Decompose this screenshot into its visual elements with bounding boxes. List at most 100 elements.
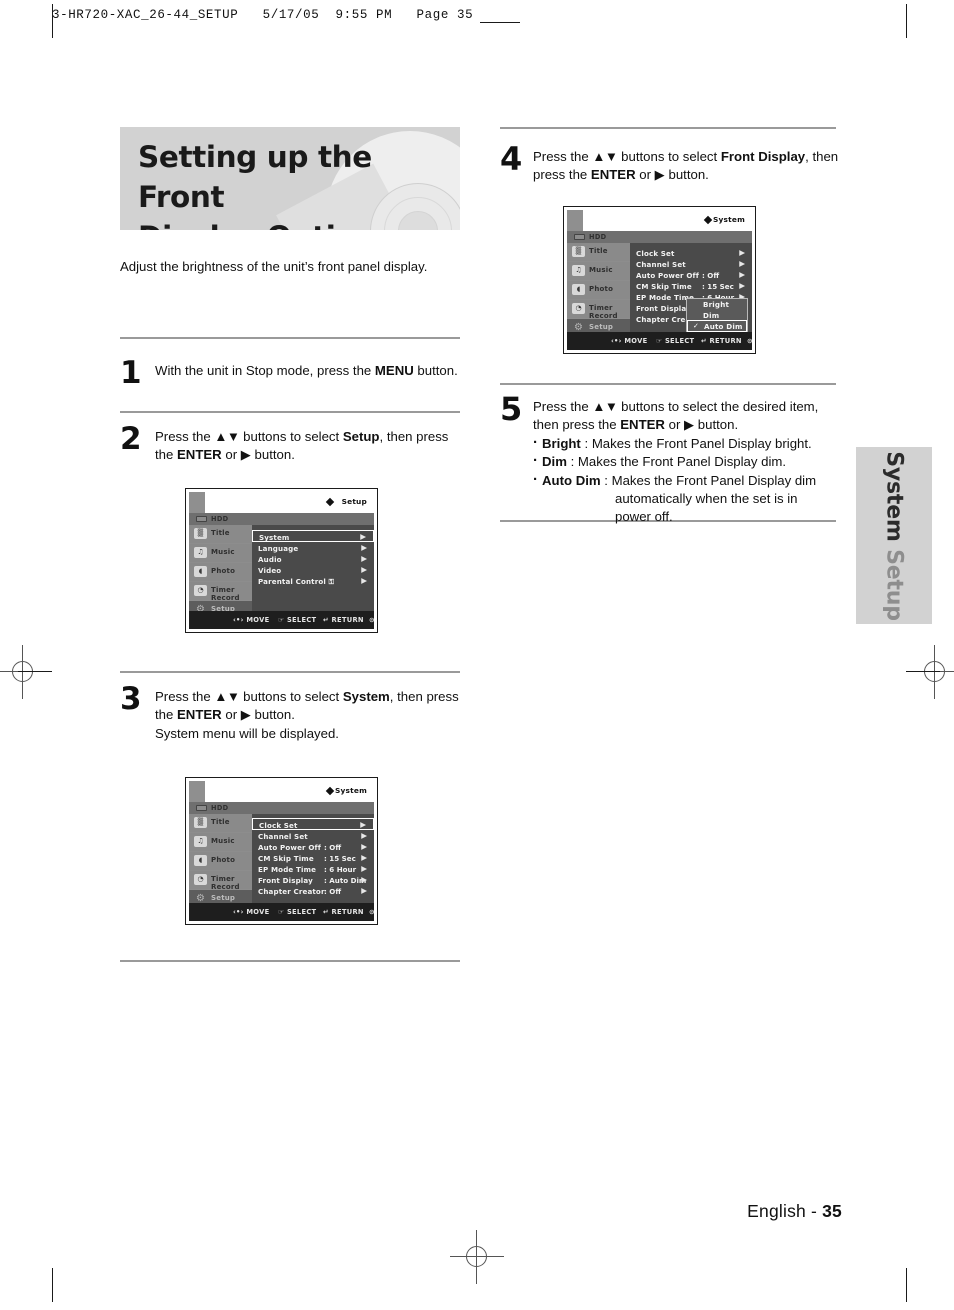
menu-row-value: : Off <box>702 270 720 280</box>
divider-left-3 <box>120 671 460 673</box>
sidebar-item-timer-record[interactable]: ◔ Timer Record <box>189 582 252 602</box>
osd-setup-hdd-bar: HDD <box>189 513 374 525</box>
sidebar-item-title[interactable]: ▒ Title <box>189 525 252 544</box>
osd-topbar-tab <box>189 781 205 802</box>
menu-row[interactable]: Chapter Creator : Off ▶ <box>252 885 374 896</box>
select-label: SELECT <box>286 616 317 624</box>
menu-row[interactable]: Auto Power Off : Off ▶ <box>630 269 752 280</box>
hdd-icon <box>196 516 207 522</box>
divider-left-4 <box>120 960 460 962</box>
chevron-right-icon: ▶ <box>361 564 367 574</box>
sidebar-item-timer-record[interactable]: ◔ Timer Record <box>567 300 630 320</box>
osd-system-screen: System HDD ▒ Title ♫ Music ◖ Photo ◔ Tim… <box>189 781 374 921</box>
menu-row[interactable]: Front Display : Auto Dim ▶ <box>252 874 374 885</box>
sidebar-item-music[interactable]: ♫ Music <box>189 833 252 852</box>
chevron-right-icon: ▶ <box>361 863 367 873</box>
select-label: SELECT <box>286 908 317 916</box>
menu-row[interactable]: CM Skip Time : 15 Sec ▶ <box>252 852 374 863</box>
osd-system-mode-label: System <box>335 786 367 795</box>
bullet-bright-text: : Makes the Front Panel Display bright. <box>580 435 812 451</box>
chevron-right-icon: ▶ <box>739 269 745 279</box>
select-label: SELECT <box>664 337 695 345</box>
menu-row[interactable]: Channel Set ▶ <box>252 830 374 841</box>
sidebar-item-music[interactable]: ♫ Music <box>567 262 630 281</box>
step-3-t4: or ▶ button. <box>221 707 295 723</box>
osd-fd-sidebar: ▒ Title ♫ Music ◖ Photo ◔ Timer Record ⚙… <box>567 243 630 337</box>
menu-row-name: Language <box>258 543 299 553</box>
osd-system-content: Clock Set ▶ Channel Set ▶ Auto Power Off… <box>252 814 374 903</box>
sidebar-item-photo[interactable]: ◖ Photo <box>189 563 252 582</box>
sidebar-item-timer-record-label: Timer Record <box>211 875 240 891</box>
exit-icon: ⊙ <box>369 908 374 916</box>
menu-row-name: Clock Set <box>259 820 298 830</box>
section-tab-bold: System <box>881 450 907 542</box>
menu-row-value: : 15 Sec <box>324 853 356 863</box>
step-3-number: 3 <box>120 681 142 717</box>
menu-row[interactable]: Video ▶ <box>252 564 374 575</box>
menu-row[interactable]: Audio ▶ <box>252 553 374 564</box>
bullet-auto-dim-text: : Makes the Front Panel Display dim <box>600 472 817 488</box>
exit-hint: ⊙ EXIT <box>369 616 374 624</box>
step-4-b2: ENTER <box>590 167 636 183</box>
trim-rule-left <box>18 671 52 672</box>
sidebar-item-title-label: Title <box>211 818 230 826</box>
sidebar-item-music-label: Music <box>211 548 235 556</box>
sidebar-item-setup-label: Setup <box>589 323 614 331</box>
select-icon: ☞ <box>656 337 663 345</box>
step-3-b1: System <box>342 689 390 704</box>
menu-row-name: Channel Set <box>258 831 308 841</box>
trim-rule-top <box>480 22 520 23</box>
step-1-t1: With the unit in Stop mode, press the <box>155 363 375 378</box>
osd-fd-hdd-label: HDD <box>589 233 607 241</box>
menu-row[interactable]: Language ▶ <box>252 542 374 553</box>
chevron-right-icon: ▶ <box>361 885 367 895</box>
sidebar-item-photo[interactable]: ◖ Photo <box>567 281 630 300</box>
osd-setup-content: System ▶ Language ▶ Audio ▶ Video ▶ Pare… <box>252 525 374 611</box>
sidebar-item-photo-label: Photo <box>211 567 236 575</box>
menu-row[interactable]: System ▶ <box>252 530 374 542</box>
sidebar-item-timer-record[interactable]: ◔ Timer Record <box>189 871 252 891</box>
menu-row[interactable]: EP Mode Time : 6 Hour ▶ <box>252 863 374 874</box>
step-1-t2: button. <box>413 363 458 378</box>
chevron-right-icon: ▶ <box>361 852 367 862</box>
menu-row[interactable]: Channel Set ▶ <box>630 258 752 269</box>
bullet-bright: Bright : Makes the Front Panel Display b… <box>533 434 840 453</box>
chevron-right-icon: ▶ <box>360 531 366 541</box>
menu-row[interactable]: Clock Set ▶ <box>252 818 374 830</box>
popup-option-auto-dim[interactable]: ✓ Auto Dim <box>687 320 747 332</box>
menu-row[interactable]: Clock Set ▶ <box>630 247 752 258</box>
chevron-right-icon: ▶ <box>361 542 367 552</box>
chevron-right-icon: ▶ <box>361 553 367 563</box>
sidebar-item-music[interactable]: ♫ Music <box>189 544 252 563</box>
sidebar-item-setup-label: Setup <box>211 894 236 902</box>
registration-mark-left <box>0 645 50 699</box>
menu-row-name: CM Skip Time <box>258 853 314 863</box>
menu-row-value: : Off <box>324 886 342 896</box>
step-5-b1: ENTER <box>620 417 665 433</box>
registration-mark-right <box>908 645 954 699</box>
exit-hint: ⊙ EXIT <box>747 337 752 345</box>
popup-option-dim[interactable]: Dim <box>687 310 747 321</box>
menu-row[interactable]: CM Skip Time : 15 Sec ▶ <box>630 280 752 291</box>
menu-row[interactable]: Parental Control ⚿ ▶ <box>252 575 374 586</box>
diamond-icon <box>325 497 335 507</box>
exit-icon: ⊙ <box>747 337 752 345</box>
step-3-t1: Press the <box>155 689 215 704</box>
trim-mark-left-bottom <box>52 1268 53 1302</box>
chevron-right-icon: ▶ <box>361 874 367 884</box>
sidebar-item-title[interactable]: ▒ Title <box>567 243 630 262</box>
updown-arrows-icon: ▲▼ <box>592 149 618 164</box>
sidebar-item-title[interactable]: ▒ Title <box>189 814 252 833</box>
return-icon: ↵ <box>323 616 329 624</box>
select-hint: ☞ SELECT <box>656 337 694 345</box>
osd-front-display-screen: System HDD ▒ Title ♫ Music ◖ Photo ◔ Tim… <box>567 210 752 350</box>
print-header: 3-HR720-XAC_26-44_SETUP 5/17/05 9:55 PM … <box>52 8 474 22</box>
updown-arrows-icon: ▲▼ <box>592 399 618 414</box>
diamond-icon <box>325 786 335 796</box>
page-title-banner: Setting up the Front Display Options <box>120 127 460 230</box>
popup-option-bright[interactable]: Bright <box>687 299 747 310</box>
hdd-icon <box>574 234 585 240</box>
sidebar-item-photo[interactable]: ◖ Photo <box>189 852 252 871</box>
sidebar-item-timer-record-label: Timer Record <box>589 304 618 320</box>
menu-row[interactable]: Auto Power Off : Off ▶ <box>252 841 374 852</box>
